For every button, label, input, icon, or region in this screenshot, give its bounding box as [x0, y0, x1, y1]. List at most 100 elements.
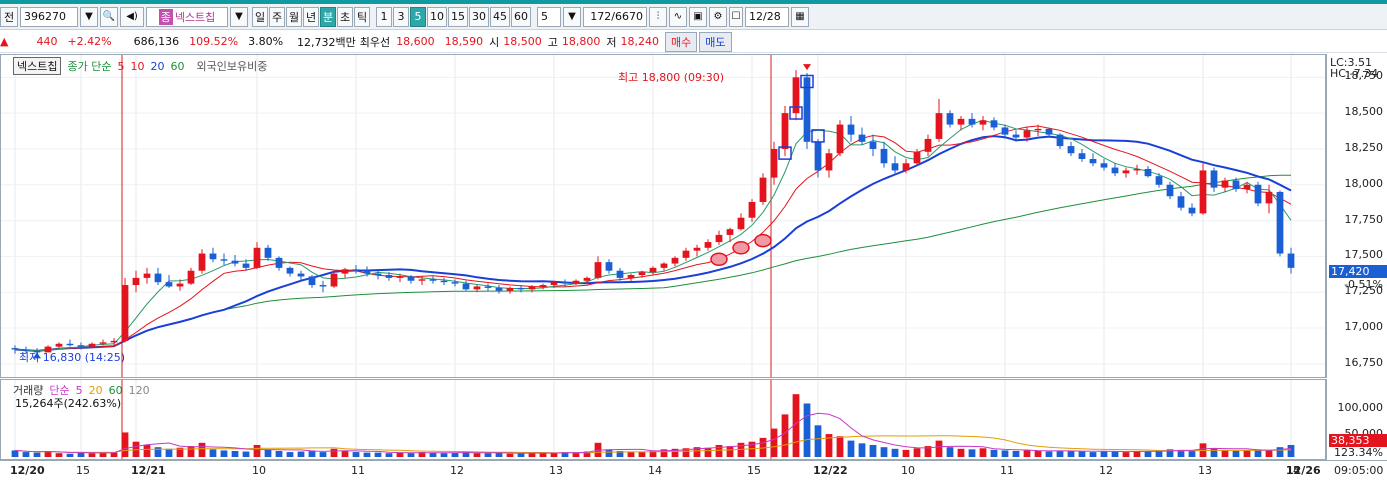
stock-code-input[interactable]: 396270 — [20, 6, 78, 27]
time-axis-label: 12 — [1099, 464, 1113, 477]
volume-bar — [1045, 451, 1053, 457]
candle-body — [924, 138, 932, 152]
minute-tab-60[interactable]: 60 — [511, 6, 531, 27]
volume-bar — [1001, 450, 1009, 457]
minute-tab-10[interactable]: 10 — [427, 6, 447, 27]
trade-volume: 686,136 — [133, 35, 180, 48]
date-checkbox[interactable]: ☐ — [729, 6, 743, 27]
code-dropdown-icon[interactable]: ▼ — [80, 6, 98, 27]
volume-bar — [803, 403, 811, 457]
volume-bar — [1144, 451, 1152, 457]
minute-tab-30[interactable]: 30 — [469, 6, 489, 27]
candle-body — [88, 343, 96, 347]
stock-dropdown-icon[interactable]: ▼ — [230, 6, 248, 27]
candle-body — [1122, 170, 1130, 174]
time-axis: 12/20 15 12/21 10 11 12 13 14 15 12/22 10 11 12 13 14 1… — [0, 460, 1387, 480]
legend-ma-10: 10 — [130, 59, 145, 73]
legend-ma-5: 5 — [117, 59, 125, 73]
image-icon[interactable]: ▣ — [689, 6, 707, 27]
volume-bar — [154, 447, 162, 457]
candle-body — [759, 177, 767, 202]
volume-bar — [1056, 450, 1064, 457]
stock-type-badge: 종 — [158, 8, 173, 25]
period-tabs: 일주월년분초틱 — [252, 6, 370, 27]
high-price: 18,800 — [561, 35, 601, 48]
candle-body — [682, 250, 690, 258]
volume-bar — [935, 440, 943, 457]
candle-body — [1265, 191, 1273, 204]
gear-icon[interactable]: ⚙ — [709, 6, 727, 27]
volume-bar — [1012, 450, 1020, 457]
buy-button[interactable]: 매수 — [665, 31, 698, 52]
minute-tab-1[interactable]: 1 — [376, 6, 392, 27]
period-tab-0[interactable]: 일 — [252, 6, 268, 27]
volume-bar — [902, 449, 910, 457]
sell-button[interactable]: 매도 — [699, 31, 732, 52]
period-tab-4[interactable]: 분 — [320, 6, 336, 27]
candle-body — [1144, 169, 1152, 177]
candle-body — [385, 275, 393, 278]
minute-tab-45[interactable]: 45 — [490, 6, 510, 27]
speaker-icon[interactable]: ◀) — [120, 6, 144, 27]
period-tab-1[interactable]: 주 — [269, 6, 285, 27]
volume-bar — [363, 452, 371, 457]
time-axis-label: 12/21 — [131, 464, 166, 477]
volume-bar — [858, 443, 866, 457]
candle-body — [1221, 180, 1229, 188]
volume-bar — [1188, 450, 1196, 457]
candle-body — [220, 259, 228, 261]
line-type-icon[interactable]: ∿ — [669, 6, 687, 27]
volume-bar — [121, 432, 129, 457]
time-axis-label: 14 — [648, 464, 662, 477]
period-tab-3[interactable]: 년 — [303, 6, 319, 27]
current-time: 09:05:00 — [1334, 464, 1384, 477]
candle-body — [506, 287, 514, 291]
period-tab-2[interactable]: 월 — [286, 6, 302, 27]
price-chart-panel[interactable]: 넥스트칩 종가 단순 5 10 20 60 외국인보유비중 최고 18,800 … — [0, 54, 1326, 378]
volume-chart-panel[interactable]: 거래량 단순 5 20 60 120 15,264주(242.63%) — [0, 379, 1326, 460]
candle-body — [528, 286, 536, 290]
price-tick-label: 17,500 — [1344, 248, 1384, 262]
high-label: 고 — [547, 35, 558, 49]
candle-body — [638, 272, 646, 276]
price-tick-label: 18,000 — [1344, 176, 1384, 190]
candle-body — [407, 276, 415, 281]
candle-body — [1034, 128, 1042, 131]
volume-bar — [165, 448, 173, 457]
minute-tab-5[interactable]: 5 — [410, 6, 426, 27]
candle-body — [187, 270, 195, 284]
interval-input[interactable]: 5 — [537, 6, 561, 27]
candle-body — [946, 113, 954, 125]
volume-bar — [704, 447, 712, 457]
candle-body — [1188, 207, 1196, 214]
volume-bar — [814, 425, 822, 457]
open-label: 시 — [489, 35, 500, 49]
volume-bar — [605, 449, 613, 457]
candle-body — [352, 269, 360, 271]
legend-ma-label: 종가 단순 — [67, 60, 112, 73]
best-bid: 18,590 — [444, 35, 484, 48]
candle-body — [253, 247, 261, 268]
low-label: 저 — [606, 35, 617, 49]
calendar-icon[interactable]: ▦ — [791, 6, 809, 27]
time-axis-label: 11 — [351, 464, 365, 477]
search-icon[interactable]: 🔍 — [100, 6, 118, 27]
candle-type-icon[interactable]: ⫶ — [649, 6, 667, 27]
period-tab-5[interactable]: 초 — [337, 6, 353, 27]
volume-bar — [88, 453, 96, 457]
date-input[interactable]: 12/28 — [745, 6, 789, 27]
candle-body — [440, 280, 448, 283]
stock-name-field[interactable]: 종 넥스트칩 — [146, 6, 228, 27]
volume-bar — [1210, 448, 1218, 457]
candle-body — [66, 343, 74, 346]
candle-body — [429, 279, 437, 281]
best-ask: 18,600 — [396, 35, 435, 48]
minute-tab-3[interactable]: 3 — [393, 6, 409, 27]
volume-bar — [1078, 451, 1086, 457]
candle-body — [517, 287, 525, 290]
interval-dropdown-icon[interactable]: ▼ — [563, 6, 581, 27]
minute-tab-15[interactable]: 15 — [448, 6, 468, 27]
volume-bar — [330, 448, 338, 457]
current-price-pct: -0.51% — [1344, 278, 1383, 291]
period-tab-6[interactable]: 틱 — [354, 6, 370, 27]
